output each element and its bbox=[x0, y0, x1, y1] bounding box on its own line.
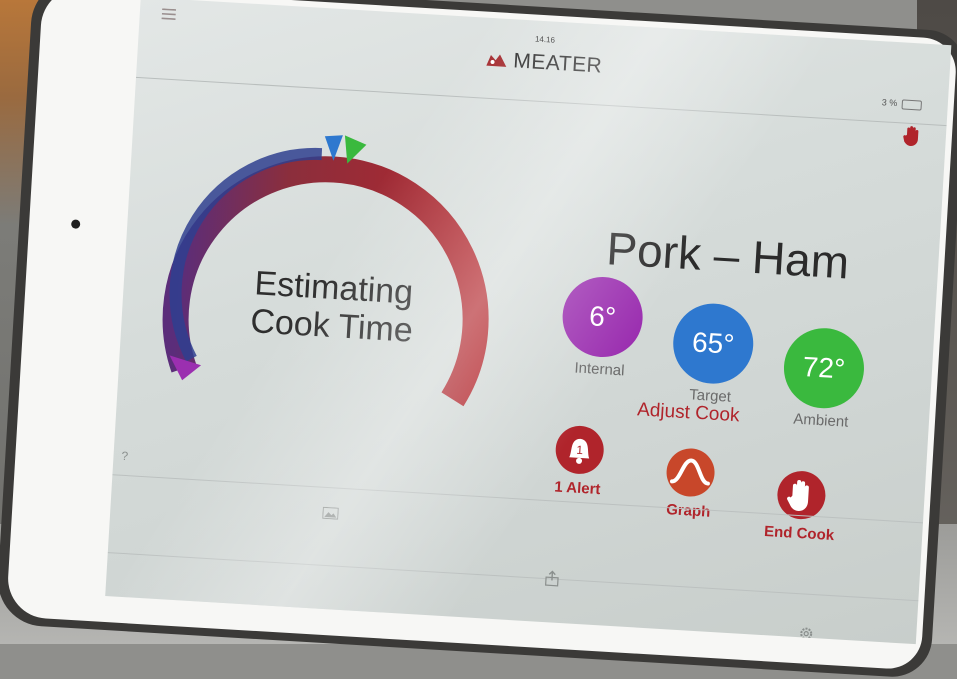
internal-temp-circle[interactable]: 6° bbox=[560, 274, 645, 360]
adjust-cook-link[interactable]: Adjust Cook bbox=[637, 399, 741, 427]
battery-icon bbox=[901, 99, 923, 111]
ambient-temp-value: 72° bbox=[801, 351, 847, 385]
bell-icon: 1 bbox=[555, 425, 604, 474]
share-icon[interactable] bbox=[544, 570, 560, 587]
food-title: Pork – Ham bbox=[605, 222, 851, 289]
alerts-button[interactable]: 1 1 Alert bbox=[522, 421, 636, 500]
gear-icon[interactable] bbox=[798, 625, 815, 642]
battery-percent: 3 % bbox=[881, 97, 898, 109]
end-cook-button[interactable]: End Cook bbox=[744, 466, 858, 545]
tablet-bezel: 14.16 3 % MEATER Estimating Cook Time Po… bbox=[5, 0, 957, 671]
cook-time-status: Estimating Cook Time bbox=[221, 263, 445, 352]
tablet-device: 14.16 3 % MEATER Estimating Cook Time Po… bbox=[0, 0, 957, 679]
internal-temp-label: Internal bbox=[574, 359, 625, 380]
end-cook-label: End Cook bbox=[763, 522, 835, 545]
battery-status: 3 % bbox=[881, 97, 923, 111]
alert-badge: 1 bbox=[576, 443, 584, 457]
ambient-temp-label: Ambient bbox=[792, 410, 849, 431]
target-temp-circle[interactable]: 65° bbox=[670, 301, 756, 386]
target-temp-value: 65° bbox=[691, 326, 736, 360]
tab-bar-divider bbox=[107, 552, 919, 602]
hand-stop-icon[interactable] bbox=[901, 124, 922, 147]
meater-logo-icon bbox=[486, 54, 507, 67]
alerts-label: 1 Alert bbox=[553, 478, 601, 499]
graph-icon bbox=[666, 448, 715, 497]
app-screen: 14.16 3 % MEATER Estimating Cook Time Po… bbox=[105, 0, 952, 645]
ambient-temp-circle[interactable]: 72° bbox=[781, 325, 867, 411]
image-icon[interactable] bbox=[322, 506, 339, 520]
camera-dot bbox=[70, 219, 81, 229]
help-icon[interactable]: ? bbox=[121, 449, 129, 463]
logo-text: MEATER bbox=[512, 49, 603, 78]
internal-temp-value: 6° bbox=[588, 300, 617, 333]
menu-icon[interactable] bbox=[161, 8, 177, 20]
